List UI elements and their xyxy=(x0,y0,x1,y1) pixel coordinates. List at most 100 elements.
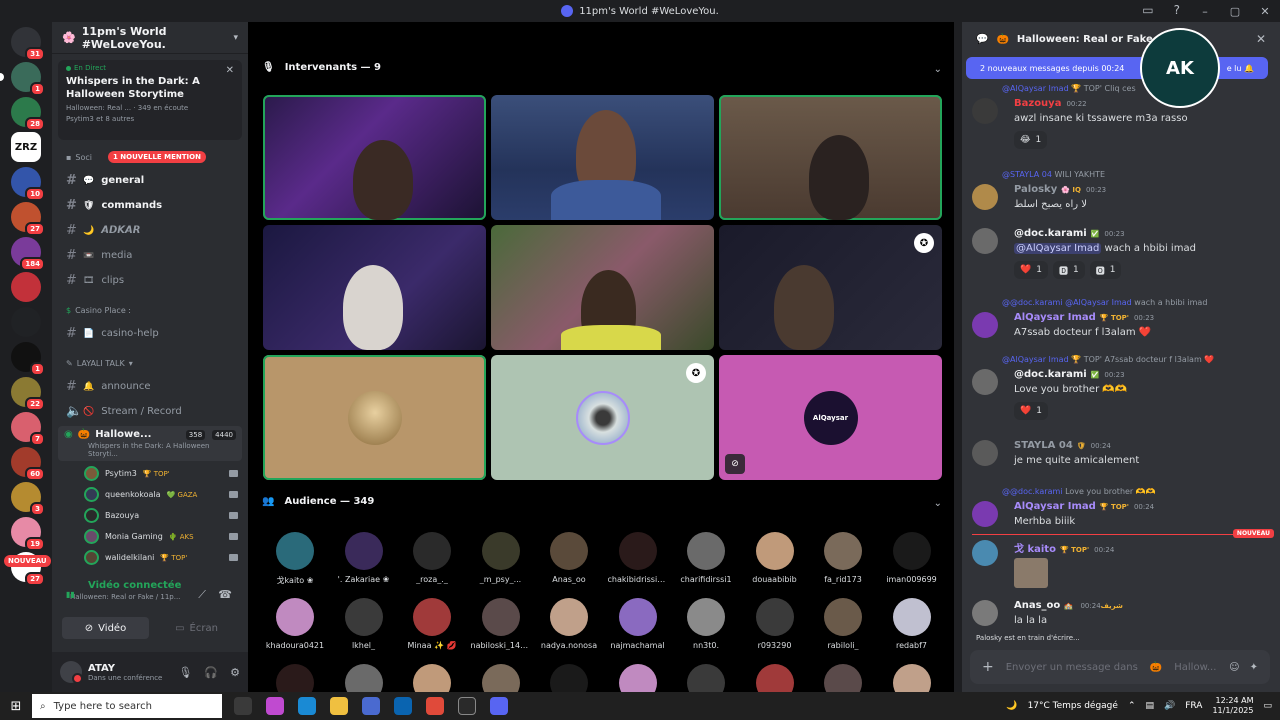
avatar[interactable] xyxy=(972,312,998,338)
close-icon[interactable]: ✕ xyxy=(1256,32,1266,46)
store-icon[interactable] xyxy=(362,697,380,715)
avatar[interactable] xyxy=(972,228,998,254)
discord-icon[interactable] xyxy=(490,697,508,715)
screen-share-button[interactable]: ▭ Écran xyxy=(153,617,240,639)
channel-stream-record[interactable]: 🔈 🚫 Stream / Record xyxy=(52,399,248,424)
audience-member[interactable] xyxy=(813,664,873,692)
volume-icon[interactable]: 🔊 xyxy=(1164,701,1175,711)
category-layali[interactable]: ✎ LAYALI TALK ▾ xyxy=(52,352,248,374)
message-author[interactable]: 戈 kaito xyxy=(1014,544,1056,555)
minimize-button[interactable]: – xyxy=(1190,5,1220,18)
guild-server-14[interactable]: 19 xyxy=(11,517,45,551)
language-indicator[interactable]: FRA xyxy=(1185,701,1202,711)
guild-server-zrz[interactable]: ZRZ xyxy=(11,132,41,162)
channel-media[interactable]: # 📼 media xyxy=(52,243,248,268)
audience-member[interactable]: 戈kaito ❀ xyxy=(265,532,325,586)
avatar[interactable] xyxy=(972,369,998,395)
speaker-tile[interactable]: ✪ xyxy=(491,355,714,480)
weather-text[interactable]: 17°C Temps dégagé xyxy=(1028,701,1118,711)
audience-member[interactable] xyxy=(882,664,942,692)
voice-user[interactable]: Monia Gaming 🌵 AKS xyxy=(52,526,248,547)
speaker-tile[interactable]: ✪ xyxy=(719,225,942,350)
avatar[interactable] xyxy=(972,501,998,527)
audience-member[interactable] xyxy=(265,664,325,692)
new-mention-pill[interactable]: 1 NOUVELLE MENTION xyxy=(108,151,206,163)
outlook-icon[interactable] xyxy=(394,697,412,715)
reaction-button[interactable]: 🅾 1 xyxy=(1089,261,1122,279)
audience-member[interactable]: nabiloski_14921 xyxy=(471,598,531,650)
avatar[interactable] xyxy=(972,600,998,626)
video-button[interactable]: ⊘ Vidéo xyxy=(62,617,149,639)
inbox-icon[interactable]: ▭ xyxy=(1142,3,1153,17)
close-button[interactable]: ✕ xyxy=(1250,5,1280,18)
audience-member[interactable]: '. Zakariae ❀ xyxy=(334,532,394,584)
voice-connected-subtitle[interactable]: Halloween: Real or Fake / 11p... xyxy=(58,593,242,601)
audience-member[interactable]: nn3t0. xyxy=(676,598,736,650)
guild-server-9[interactable]: 1 xyxy=(11,342,45,376)
disconnect-icon[interactable]: ☎ xyxy=(218,588,232,601)
message-input[interactable]: + Envoyer un message dans 🎃 Hallow... ☺ … xyxy=(970,650,1270,684)
plus-icon[interactable]: + xyxy=(982,659,994,675)
audience-member[interactable] xyxy=(334,664,394,692)
apps-icon[interactable]: ✦ xyxy=(1250,662,1258,673)
taskbar-search[interactable]: ⌕ Type here to search xyxy=(32,694,222,718)
noise-suppression-icon[interactable]: ⟋ xyxy=(198,588,206,602)
speaker-tile[interactable]: AlQaysar ⊘ xyxy=(719,355,942,480)
channel-clips[interactable]: # 🎞 clips xyxy=(52,268,248,293)
chrome-icon[interactable] xyxy=(426,697,444,715)
chevron-down-icon[interactable]: ⌄ xyxy=(934,64,942,75)
avatar[interactable] xyxy=(972,440,998,466)
reply-preview[interactable]: @@doc.karami Love you brother 🫶🫶 xyxy=(1002,487,1156,496)
speaker-tile[interactable] xyxy=(491,95,714,220)
network-icon[interactable]: ▤ xyxy=(1145,701,1154,711)
reply-preview[interactable]: @AlQaysar Imad 🏆 TOP' A7ssab docteur f l… xyxy=(1002,355,1214,364)
obs-icon[interactable] xyxy=(458,697,476,715)
channel-general[interactable]: # 💬 general xyxy=(52,168,248,193)
guild-server-13[interactable]: 3 xyxy=(11,482,45,516)
audience-member[interactable]: _m_psy_... xyxy=(471,532,531,584)
windows-start-icon[interactable]: ⊞ xyxy=(0,699,32,714)
maximize-button[interactable]: ▢ xyxy=(1220,5,1250,18)
close-icon[interactable]: ✕ xyxy=(226,65,234,76)
speaker-tile[interactable] xyxy=(719,95,942,220)
guild-server-4[interactable]: 10 xyxy=(11,167,45,201)
guild-server-1[interactable]: 1 xyxy=(0,62,45,96)
reaction-button[interactable]: ❤️ 1 xyxy=(1014,261,1048,279)
channel-adkar[interactable]: # 🌙 𝘼𝘿𝙆𝘼𝙍 xyxy=(52,218,248,243)
category-casino[interactable]: $ Casino Place : xyxy=(52,299,248,321)
live-event-card[interactable]: En Direct Whispers in the Dark: A Hallow… xyxy=(58,60,242,140)
message-author[interactable]: AlQaysar Imad xyxy=(1014,501,1096,512)
speaker-tile[interactable] xyxy=(263,95,486,220)
microphone-icon[interactable]: 🎙 xyxy=(178,666,192,679)
audience-member[interactable]: _roza_._ xyxy=(402,532,462,584)
clock[interactable]: 12:24 AM 11/1/2025 xyxy=(1212,696,1253,716)
help-icon[interactable]: ? xyxy=(1174,3,1180,17)
avatar[interactable] xyxy=(972,184,998,210)
guild-server-10[interactable]: 22 xyxy=(11,377,45,411)
chevron-down-icon[interactable]: ⌄ xyxy=(934,498,942,509)
guild-server-11[interactable]: 7 xyxy=(11,412,45,446)
speaker-tile[interactable] xyxy=(263,225,486,350)
headphones-icon[interactable]: 🎧 xyxy=(204,666,218,679)
copilot-icon[interactable] xyxy=(266,697,284,715)
voice-user[interactable]: Bazouya xyxy=(52,505,248,526)
message-author[interactable]: STAYLA 04 xyxy=(1014,440,1073,451)
audience-member[interactable]: chakibidrissi7... xyxy=(608,532,668,584)
voice-user[interactable]: Psytim3 🏆 TOP' xyxy=(52,463,248,484)
channel-commands[interactable]: # 🛡 commands xyxy=(52,193,248,218)
audience-header[interactable]: 👥 Audience — 349 xyxy=(262,496,374,507)
speaker-tile[interactable] xyxy=(263,355,486,480)
mark-read-button[interactable]: e lu 🔔 xyxy=(1227,64,1254,73)
guild-server-7[interactable] xyxy=(11,272,41,302)
speaker-tile[interactable] xyxy=(491,225,714,350)
reaction-button[interactable]: 😂 1 xyxy=(1014,131,1048,149)
audience-member[interactable]: redabf7 xyxy=(882,598,942,650)
audience-member[interactable]: khadoura0421 xyxy=(265,598,325,650)
gear-icon[interactable]: ⚙ xyxy=(230,666,240,679)
audience-member[interactable] xyxy=(608,664,668,692)
guild-server-8[interactable] xyxy=(11,307,41,337)
emoji-icon[interactable]: ☺ xyxy=(1229,662,1239,673)
voice-user[interactable]: queenkokoala 💚 GAZA xyxy=(52,484,248,505)
reply-preview[interactable]: @@doc.karami @AlQaysar Imad wach a hbibi… xyxy=(1002,298,1207,307)
edge-icon[interactable] xyxy=(298,697,316,715)
